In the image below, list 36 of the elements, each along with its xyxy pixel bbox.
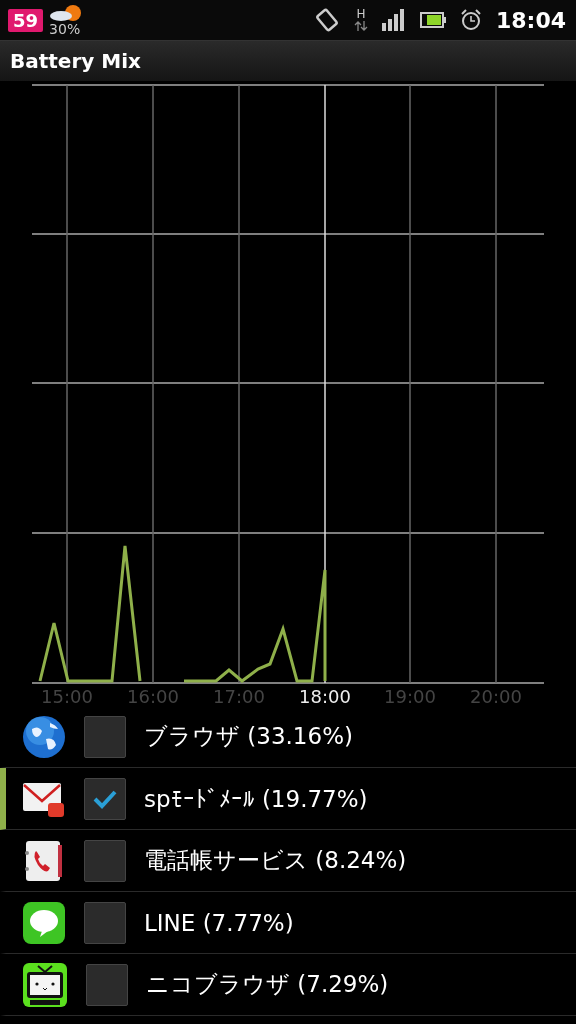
app-usage-label: ブラウザ (33.16%): [144, 722, 353, 751]
tv-face-icon: [22, 961, 68, 1008]
checkbox[interactable]: [84, 715, 126, 758]
chat-bubble-icon: [22, 900, 66, 945]
checkbox[interactable]: [84, 777, 126, 820]
clock-time: 18:04: [495, 7, 566, 33]
time-axis-label: 15:00: [41, 686, 93, 706]
network-type-text: H: [356, 8, 366, 20]
app-row[interactable]: 電話帳サービス (8.24%): [0, 830, 576, 892]
app-row[interactable]: spﾓｰﾄﾞﾒｰﾙ (19.77%): [0, 768, 576, 830]
alarm-clock-icon: [459, 9, 482, 31]
app-usage-label: LINE (7.77%): [144, 909, 294, 936]
time-axis-label: 17:00: [213, 686, 265, 706]
temperature-text: 30%: [49, 22, 81, 36]
time-axis-label: 20:00: [470, 686, 522, 706]
checkbox[interactable]: [86, 963, 128, 1006]
time-axis-label: 19:00: [384, 686, 436, 706]
app-title: Battery Mix: [10, 49, 141, 73]
app-row[interactable]: ブラウザ (33.16%): [0, 706, 576, 768]
time-axis-label: 18:00: [299, 686, 351, 706]
battery-icon: [419, 12, 446, 28]
checkmark-icon: [92, 788, 118, 809]
time-axis-label: 16:00: [127, 686, 179, 706]
signal-icon: [381, 9, 406, 31]
data-arrows-icon: [353, 20, 368, 32]
app-usage-label: 電話帳サービス (8.24%): [144, 846, 407, 875]
globe-icon: [22, 714, 66, 759]
notification-badge: 59: [8, 8, 44, 32]
app-usage-label: ニコブラウザ (7.29%): [146, 970, 389, 999]
checkbox[interactable]: [84, 901, 126, 944]
weather-icon: [49, 4, 84, 22]
app-row[interactable]: ニコブラウザ (7.29%): [0, 954, 576, 1016]
app-row[interactable]: LINE (7.77%): [0, 892, 576, 954]
app-usage-label: spﾓｰﾄﾞﾒｰﾙ (19.77%): [144, 785, 368, 812]
rotation-icon: [313, 7, 340, 33]
checkbox[interactable]: [84, 839, 126, 882]
